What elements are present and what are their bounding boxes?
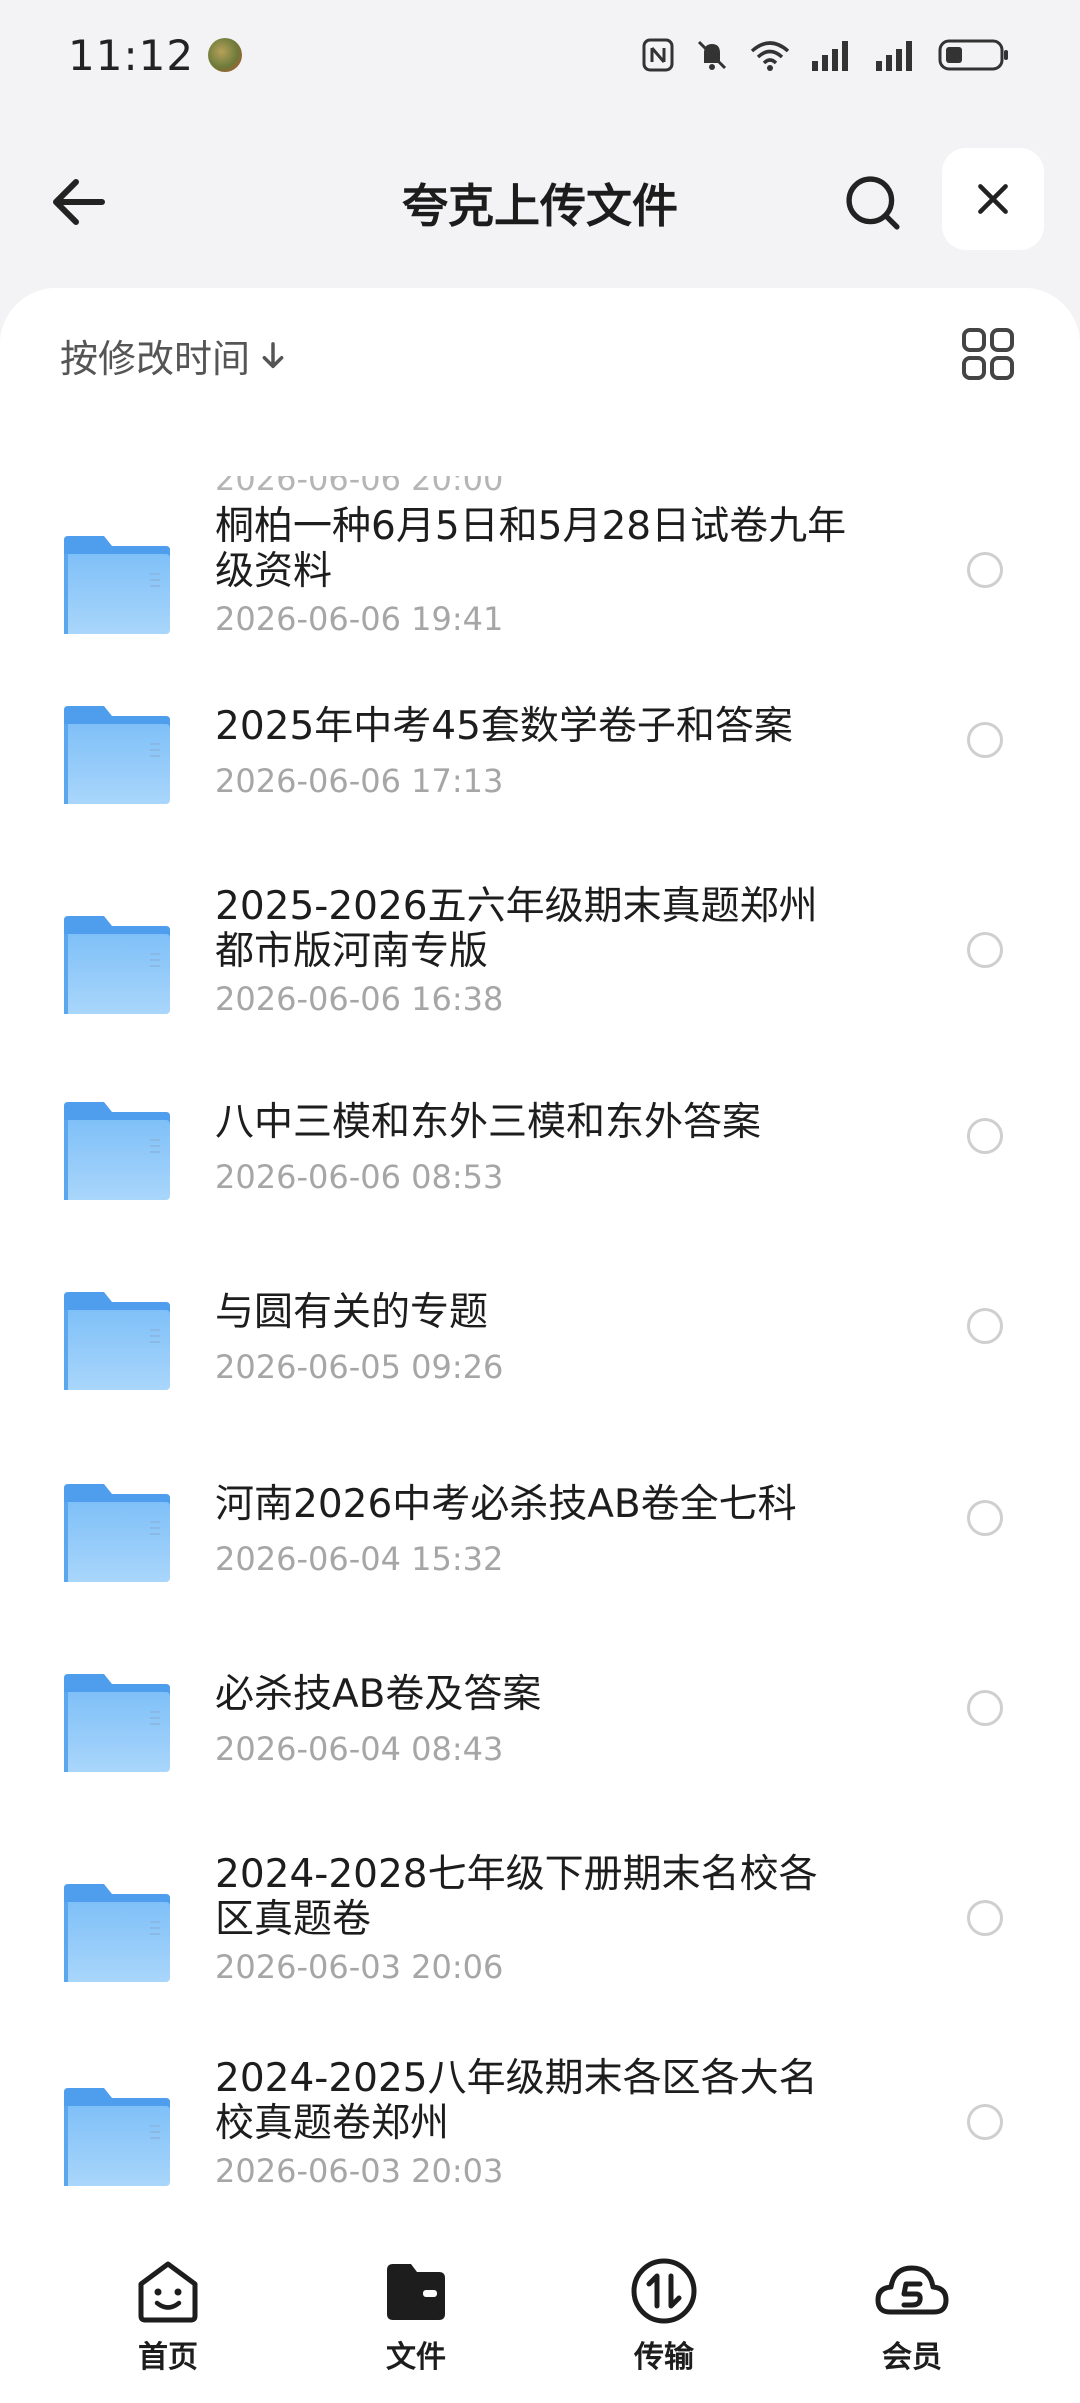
file-name: 必杀技AB卷及答案 [215,1672,542,1717]
folder-icon [62,1482,172,1588]
file-row[interactable]: 与圆有关的专题 2026-06-05 09:26 [0,1290,1080,1400]
nav-transfer[interactable]: 传输 [584,2252,744,2376]
nav-label-home: 首页 [138,2340,198,2375]
folder-icon [62,1100,172,1206]
select-checkbox[interactable] [967,2104,1003,2140]
status-bar: 11:12 [0,0,1080,110]
nav-files[interactable]: 文件 [336,2252,496,2376]
file-row[interactable]: 桐柏一种6月5日和5月28日试卷九年级资料 2026-06-06 19:41 [0,504,1080,654]
file-name: 河南2026中考必杀技AB卷全七科 [215,1482,797,1527]
file-name: 八中三模和东外三模和东外答案 [215,1100,762,1145]
folder-icon [62,1882,172,1988]
nav-label-transfer: 传输 [634,2340,694,2375]
select-checkbox[interactable] [967,1500,1003,1536]
file-date: 2026-06-06 08:53 [215,1158,504,1196]
signal-icon-2 [874,37,920,73]
file-date: 2026-06-03 20:03 [215,2152,504,2190]
file-row[interactable]: 2024-2025八年级期末各区各大名校真题卷郑州 2026-06-03 20:0… [0,2056,1080,2206]
file-date: 2026-06-04 15:32 [215,1540,504,1578]
sort-bar: 按修改时间 [0,288,1080,418]
battery-icon [938,37,1010,73]
folder-icon [62,914,172,1020]
select-checkbox[interactable] [967,552,1003,588]
status-right [640,37,1010,73]
select-checkbox[interactable] [967,1308,1003,1344]
file-name: 2025-2026五六年级期末真题郑州都市版河南专版 [215,884,818,974]
file-list-panel: 按修改时间 2026-06-06 20:00 桐柏一种6月5日和5月28日试卷九… [0,288,1080,2228]
file-name: 2024-2025八年级期末各区各大名校真题卷郑州 [215,2056,818,2146]
partial-row-date: 2026-06-06 20:00 [215,476,504,498]
page: 11:12 夸克上传文件 按修改时间 2026-06-06 20:00 桐柏一种… [0,0,1080,2403]
select-checkbox[interactable] [967,1118,1003,1154]
file-name: 与圆有关的专题 [215,1290,489,1335]
file-name: 2025年中考45套数学卷子和答案 [215,704,793,749]
folder-icon [62,704,172,810]
file-row[interactable]: 2025-2026五六年级期末真题郑州都市版河南专版 2026-06-06 16:… [0,884,1080,1034]
file-row[interactable]: 2025年中考45套数学卷子和答案 2026-06-06 17:13 [0,704,1080,814]
search-icon [846,176,900,230]
nav-vip[interactable]: 会员 [832,2252,992,2376]
folder-icon [62,2086,172,2192]
page-title: 夸克上传文件 [402,179,678,233]
folder-icon [336,2252,496,2330]
close-button[interactable] [942,148,1044,250]
status-app-icon [208,38,243,72]
bottom-nav: 首页 文件 传输 会员 [0,2228,1080,2403]
nav-label-vip: 会员 [882,2340,942,2375]
file-row[interactable]: 2024-2028七年级下册期末名校各区真题卷 2026-06-03 20:06 [0,1852,1080,2002]
file-date: 2026-06-03 20:06 [215,1948,504,1986]
sort-label: 按修改时间 [60,337,251,381]
header: 夸克上传文件 [0,140,1080,260]
select-checkbox[interactable] [967,1900,1003,1936]
grid-view-button[interactable] [960,326,1016,382]
sort-button[interactable]: 按修改时间 [60,328,286,383]
wifi-icon [748,37,792,73]
status-left: 11:12 [68,30,243,80]
close-icon [978,184,1008,214]
file-date: 2026-06-04 08:43 [215,1730,504,1768]
nav-label-files: 文件 [386,2340,446,2375]
select-checkbox[interactable] [967,932,1003,968]
file-row[interactable]: 八中三模和东外三模和东外答案 2026-06-06 08:53 [0,1100,1080,1210]
file-row[interactable]: 河南2026中考必杀技AB卷全七科 2026-06-04 15:32 [0,1482,1080,1592]
home-face-icon [88,2252,248,2330]
grid-view-icon [962,328,1014,380]
vip-cloud-icon [832,2252,992,2330]
file-date: 2026-06-06 19:41 [215,600,504,638]
search-button[interactable] [838,168,908,238]
file-date: 2026-06-06 16:38 [215,980,504,1018]
transfer-icon [584,2252,744,2330]
folder-icon [62,534,172,640]
file-name: 桐柏一种6月5日和5月28日试卷九年级资料 [215,504,847,594]
file-date: 2026-06-05 09:26 [215,1348,504,1386]
file-row[interactable]: 必杀技AB卷及答案 2026-06-04 08:43 [0,1672,1080,1782]
file-name: 2024-2028七年级下册期末名校各区真题卷 [215,1852,818,1942]
mute-bell-icon [694,37,730,73]
folder-icon [62,1290,172,1396]
nfc-icon [640,37,676,73]
status-time: 11:12 [68,30,195,80]
file-date: 2026-06-06 17:13 [215,762,504,800]
nav-home[interactable]: 首页 [88,2252,248,2376]
folder-icon [62,1672,172,1778]
arrow-down-icon [262,341,284,368]
select-checkbox[interactable] [967,1690,1003,1726]
signal-icon-1 [810,37,856,73]
select-checkbox[interactable] [967,722,1003,758]
